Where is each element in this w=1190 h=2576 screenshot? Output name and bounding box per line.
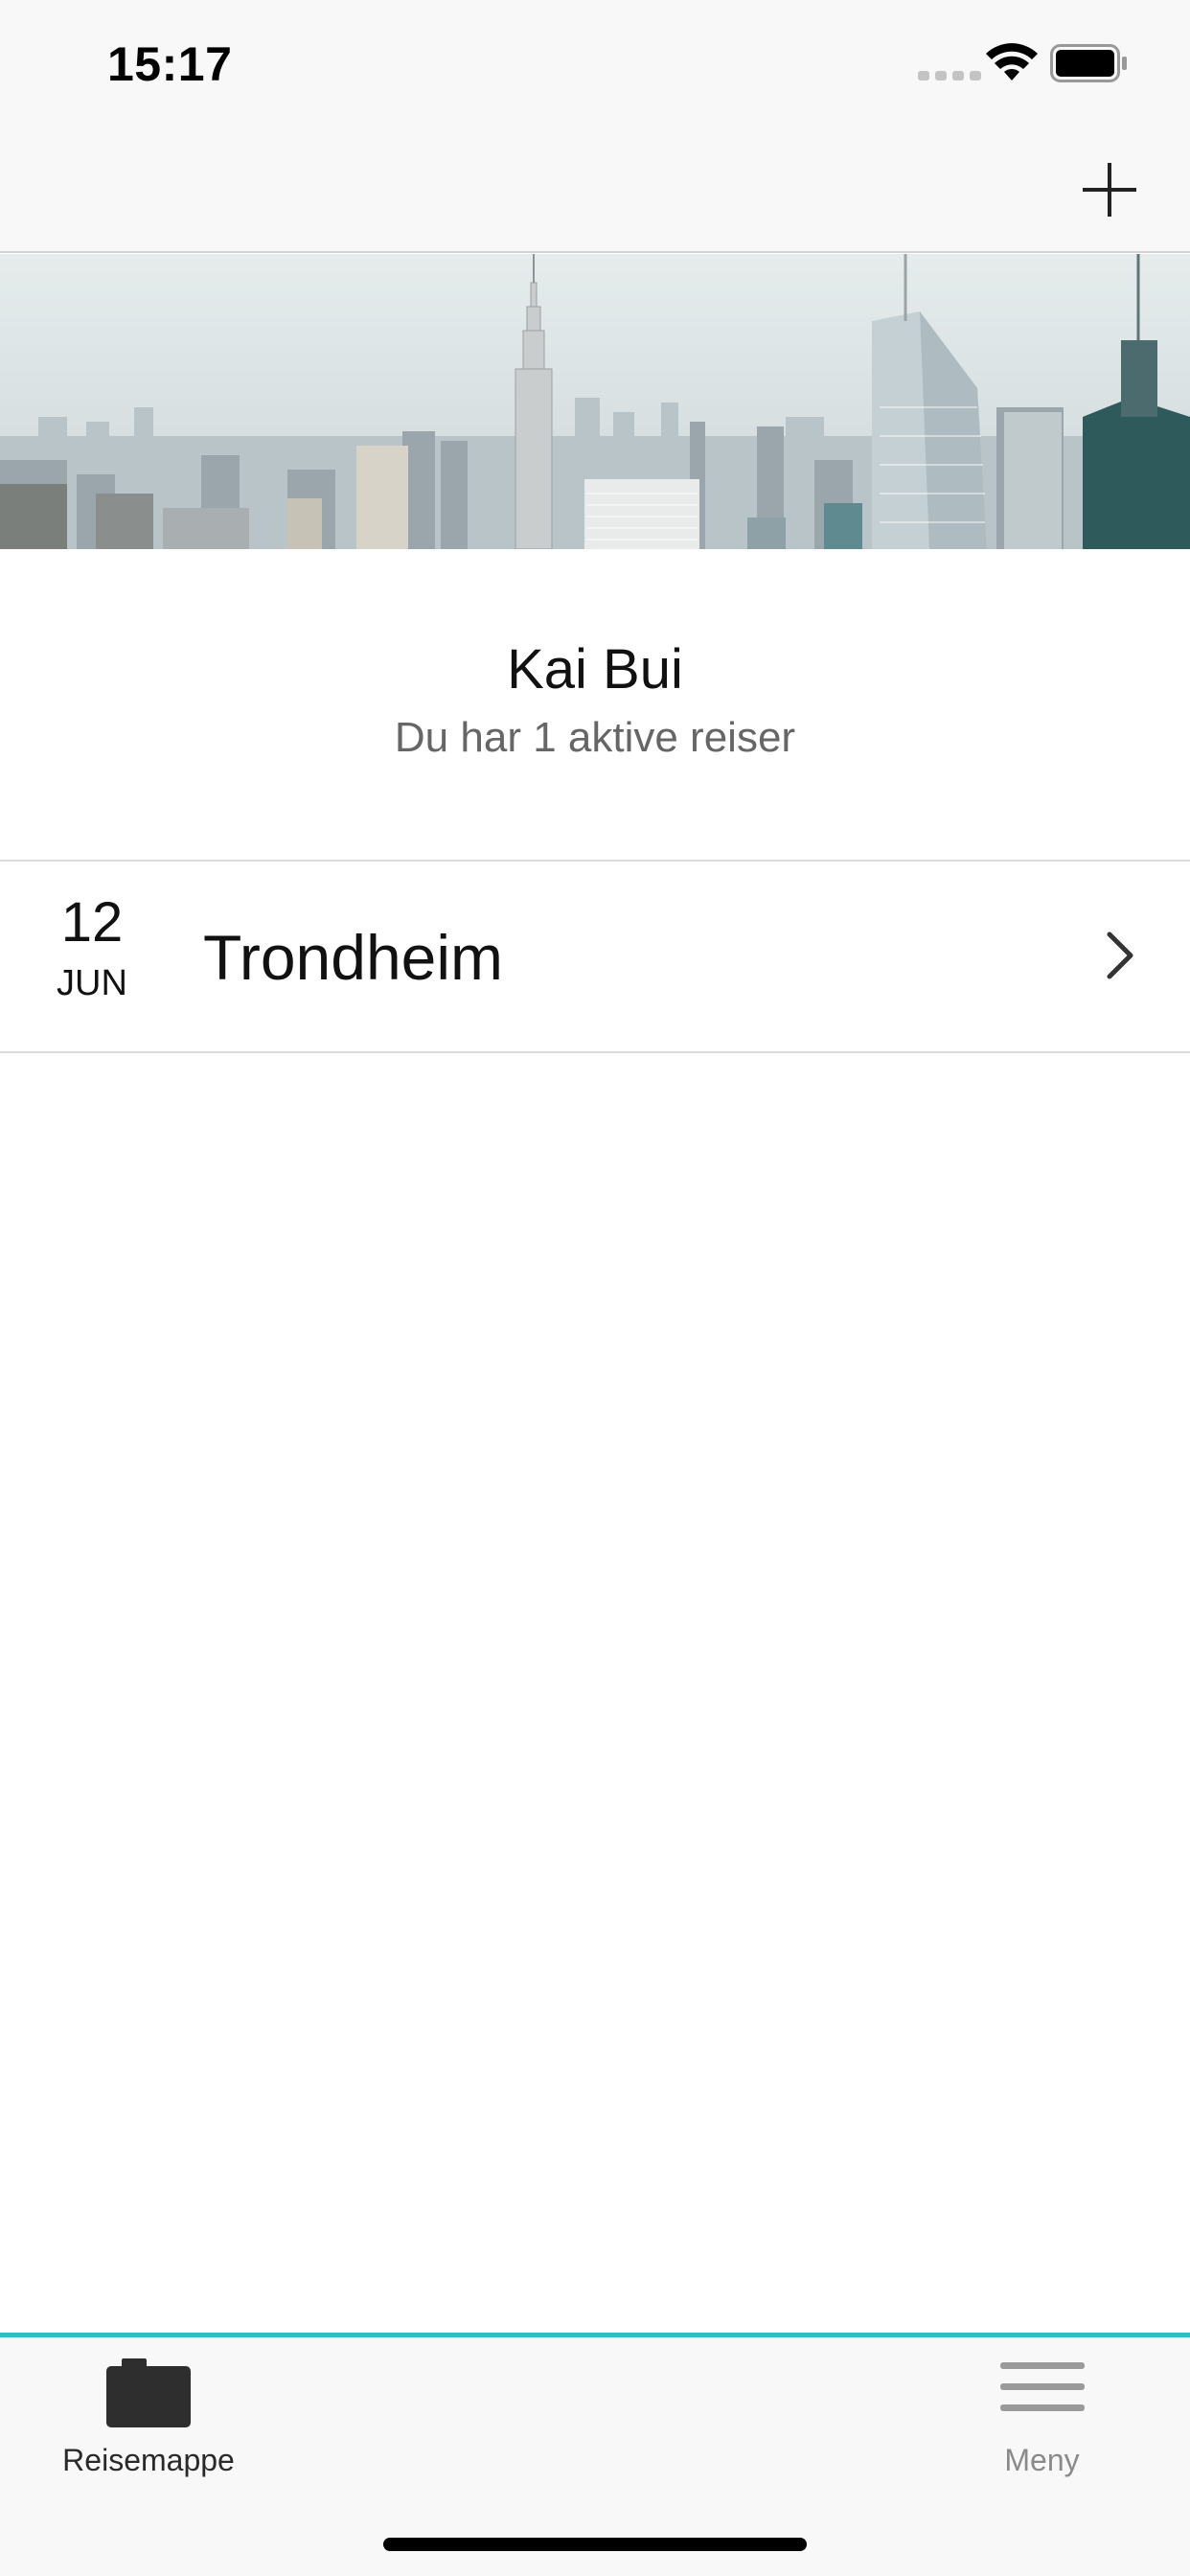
trip-row[interactable]: 12 JUN Trondheim [0, 862, 1190, 1051]
profile-summary: Kai Bui Du har 1 aktive reiser [0, 549, 1190, 860]
trip-date-day: 12 [60, 891, 124, 954]
tab-label-reisemappe: Reisemappe [62, 2443, 235, 2477]
city-skyline-image [0, 254, 1190, 549]
list-divider-bottom [0, 1051, 1190, 1053]
briefcase-icon [106, 2358, 191, 2427]
signal-icon [918, 71, 981, 80]
tab-reisemappe[interactable]: Reisemappe [38, 2337, 259, 2491]
tab-meny[interactable]: Meny [958, 2337, 1126, 2491]
chevron-right-icon [1107, 932, 1133, 979]
status-bar: 15:17 [0, 0, 1190, 128]
home-indicator [383, 2538, 807, 2551]
battery-icon [1050, 44, 1127, 82]
profile-name: Kai Bui [507, 638, 683, 701]
wifi-icon [986, 43, 1038, 80]
trip-destination: Trondheim [203, 922, 504, 993]
menu-icon [999, 2362, 1085, 2411]
screen: 15:17 Kai Bui Du har 1 aktive reiser 12 … [0, 0, 1190, 2576]
plus-icon[interactable] [1075, 155, 1144, 224]
trip-date-month: JUN [57, 963, 127, 1003]
nav-bar [0, 128, 1190, 253]
tab-label-meny: Meny [1004, 2443, 1080, 2477]
status-time: 15:17 [107, 37, 233, 91]
active-trips-count: Du har 1 aktive reiser [394, 714, 796, 761]
